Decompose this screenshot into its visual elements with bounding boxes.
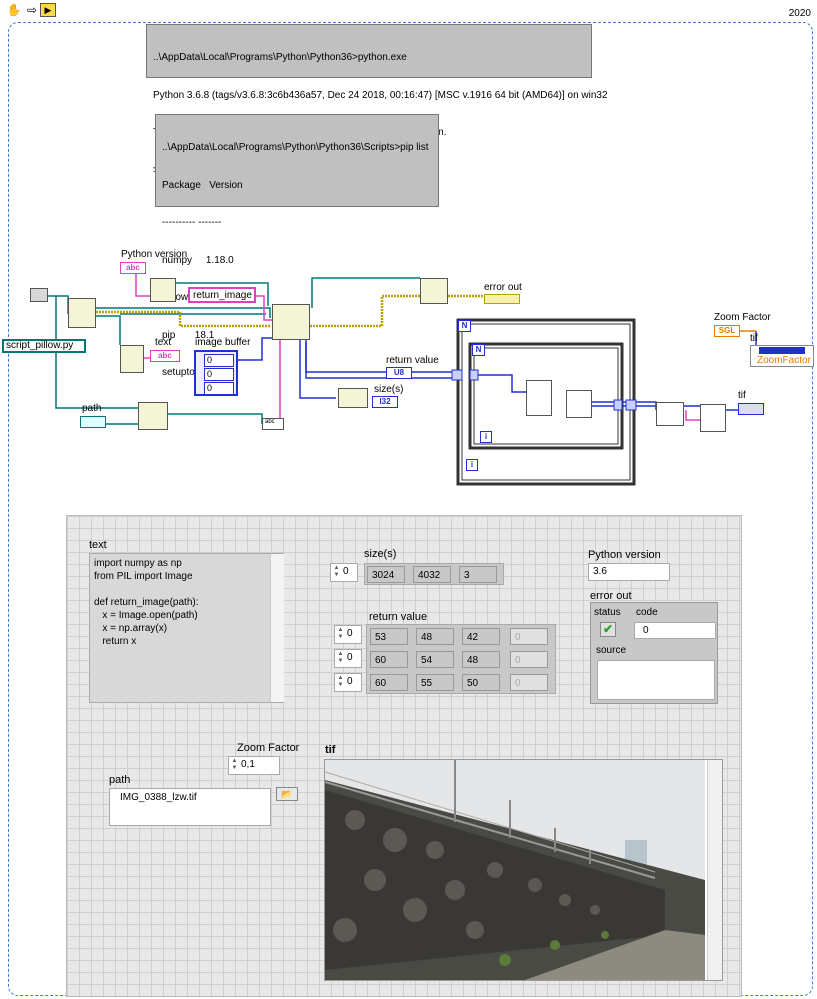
size-index[interactable]: ▲ ▼ 0 [330, 563, 358, 582]
source-label: source [596, 645, 627, 656]
tif-property-label: tif [750, 333, 758, 344]
outer-loop-n: N [458, 320, 471, 332]
flatten-pixmap-node[interactable] [656, 402, 684, 426]
image-buffer-element: 0 [204, 354, 234, 367]
path-control[interactable]: IMG_0388_lzw.tif [109, 788, 271, 826]
return-value-cell: 60 [370, 651, 408, 668]
browse-folder-icon[interactable]: 📂 [276, 787, 298, 801]
return-value-index: 0 [347, 676, 353, 687]
zoom-factor-control-label: Zoom Factor [237, 742, 300, 754]
return-value-label: return value [386, 355, 439, 366]
python-node[interactable] [272, 304, 310, 340]
build-path-node-2[interactable] [138, 402, 168, 430]
script-path-constant[interactable]: script_pillow.py [2, 339, 86, 353]
text-scrollbar[interactable] [270, 554, 284, 702]
tif-picture [324, 759, 723, 981]
text-control[interactable]: import numpy as np from PIL import Image… [89, 553, 284, 703]
text-label: text [155, 337, 172, 348]
tif-terminal[interactable] [738, 403, 764, 415]
size-value: 4032 [413, 566, 451, 583]
write-text-file-node[interactable] [120, 345, 144, 373]
text-terminal[interactable]: abc [150, 350, 180, 362]
return-value-index-row[interactable]: ▲ ▼ 0 [334, 625, 362, 644]
close-python-session-node[interactable] [420, 278, 448, 304]
return-value-cell: 0 [510, 674, 548, 691]
return-value-index: 0 [347, 628, 353, 639]
outer-loop-i: i [466, 459, 478, 471]
path-terminal[interactable] [80, 416, 106, 428]
error-out-terminal[interactable] [484, 294, 520, 304]
zoom-factor-value: 0,1 [241, 759, 255, 770]
draw-picture-node[interactable] [700, 404, 726, 432]
tif-scrollbar[interactable] [707, 760, 722, 980]
rgb-to-color-node[interactable] [566, 390, 592, 418]
property-node[interactable]: ZoomFactor [750, 345, 814, 367]
size-label: size(s) [374, 384, 404, 395]
strip-path-label: abc [265, 419, 275, 425]
return-value-cell: 54 [416, 651, 454, 668]
size-value: 3024 [367, 566, 405, 583]
return-value-index: 0 [347, 652, 353, 663]
return-value-cell: 48 [416, 628, 454, 645]
return-value-cell: 42 [462, 628, 500, 645]
error-out-label: error out [484, 282, 522, 293]
open-python-session-node[interactable] [150, 278, 176, 302]
tif-indicator-label: tif [325, 744, 336, 756]
return-value-cell: 48 [462, 651, 500, 668]
status-check-icon: ✔ [600, 622, 616, 637]
code-label: code [636, 607, 658, 618]
tif-label: tif [738, 390, 746, 401]
return-value-cell: 0 [510, 651, 548, 668]
error-out-cluster-label: error out [590, 590, 632, 602]
path-label: path [82, 403, 102, 414]
wall-photo-image [325, 760, 705, 980]
zoomfactor-property: ZoomFactor [757, 355, 811, 366]
error-code-field: 0 [634, 622, 716, 639]
size-indicator-label: size(s) [364, 548, 397, 560]
return-value-indicator-label: return value [369, 611, 428, 623]
inner-loop-n: N [472, 344, 485, 356]
python-version-indicator: 3.6 [588, 563, 670, 581]
index-array-node[interactable] [526, 380, 552, 416]
zoom-factor-label: Zoom Factor [714, 312, 771, 323]
zoom-factor-control[interactable]: ▲ ▼ 0,1 [228, 756, 280, 775]
path-control-label: path [109, 774, 131, 786]
image-buffer-constant[interactable]: 0 0 0 [194, 350, 238, 396]
return-value-terminal[interactable]: U8 [386, 367, 412, 379]
inner-loop-i: i [480, 431, 492, 443]
python-version-indicator-label: Python version [588, 549, 661, 561]
return-image-constant[interactable]: return_image [188, 287, 256, 303]
return-value-cell: 0 [510, 628, 548, 645]
image-buffer-element: 0 [204, 382, 234, 395]
return-value-index-col[interactable]: ▲ ▼ 0 [334, 649, 362, 668]
return-value-cell: 55 [416, 674, 454, 691]
array-size-node[interactable] [338, 388, 368, 408]
image-buffer-label: image buffer [195, 337, 251, 348]
folder-icon[interactable] [30, 288, 48, 302]
status-label: status [594, 607, 621, 618]
python-version-terminal[interactable]: abc [120, 262, 146, 274]
return-value-cell: 60 [370, 674, 408, 691]
return-value-index-page[interactable]: ▲ ▼ 0 [334, 673, 362, 692]
size-index-value: 0 [343, 566, 349, 577]
size-value: 3 [459, 566, 497, 583]
text-control-label: text [89, 539, 107, 551]
zoom-factor-terminal[interactable]: SGL [714, 325, 740, 337]
return-value-cell: 53 [370, 628, 408, 645]
size-terminal[interactable]: I32 [372, 396, 398, 408]
return-value-cell: 50 [462, 674, 500, 691]
image-buffer-element: 0 [204, 368, 234, 381]
build-path-node[interactable] [68, 298, 96, 328]
python-version-label: Python version [121, 249, 188, 260]
error-source-field [597, 660, 715, 700]
